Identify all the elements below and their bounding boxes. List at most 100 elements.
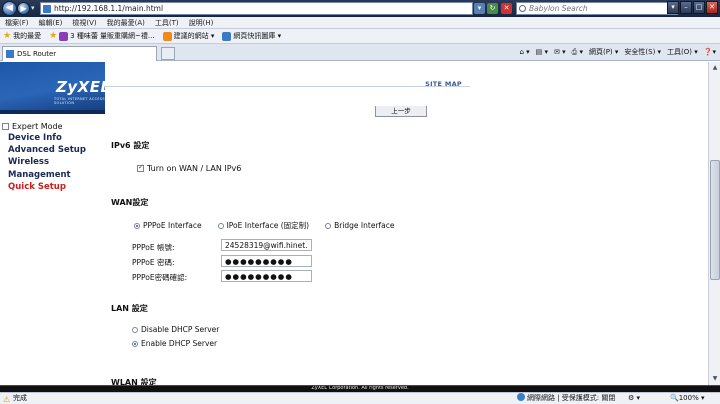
menu-favorites[interactable]: 我的最愛(A) xyxy=(102,17,150,29)
tab-favicon-icon xyxy=(6,50,14,58)
wan-option-ipoe[interactable]: IPoE Interface (固定制) xyxy=(217,220,310,231)
command-safety[interactable]: 安全性(S) ▾ xyxy=(624,47,661,57)
maximize-button[interactable]: □ xyxy=(693,1,705,14)
sidebar-item-wireless[interactable]: Wireless xyxy=(8,157,49,167)
favorite-item-suggested-label: 建議的網站 ▾ xyxy=(173,32,215,40)
lan-section-title: LAN 設定 xyxy=(111,304,148,313)
router-page: ZyXEL TOTAL INTERNET ACCESS SOLUTION SIT… xyxy=(0,62,708,385)
lan-dhcp-options: Disable DHCP Server Enable DHCP Server xyxy=(132,325,235,353)
url-dropdown-icon[interactable]: ▾ xyxy=(474,3,485,14)
zyxel-logo: ZyXEL xyxy=(56,78,111,96)
favorite-item-shop[interactable]: ★ 3 種味蕾 量販重購網~禮... xyxy=(49,31,155,41)
help-icon[interactable]: ❓▾ xyxy=(704,48,716,56)
security-settings-icon[interactable]: ⚙ ▾ xyxy=(628,393,640,404)
menu-file[interactable]: 檔案(F) xyxy=(0,17,34,29)
wan-option-label: Bridge Interface xyxy=(334,221,395,230)
zoom-level: 100% xyxy=(678,394,699,402)
zone-text: 網際網路 | 受保護模式: 關閉 xyxy=(527,394,616,402)
tab-dsl-router[interactable]: DSL Router xyxy=(2,46,157,61)
command-page[interactable]: 網頁(P) ▾ xyxy=(589,47,618,57)
lan-radio-disable-dhcp[interactable] xyxy=(132,326,138,333)
window-controls: ▾ – □ ✕ xyxy=(667,1,718,14)
lan-radio-enable-dhcp[interactable] xyxy=(132,340,138,347)
search-icon xyxy=(519,5,526,12)
wan-radio-pppoe[interactable] xyxy=(134,222,140,229)
search-options-icon[interactable]: ▾ xyxy=(667,1,679,14)
add-favorite-star-icon: ★ xyxy=(49,31,58,41)
wan-interface-options: PPPoE Interface IPoE Interface (固定制) Bri… xyxy=(134,220,411,231)
logo-tagline: TOTAL INTERNET ACCESS SOLUTION xyxy=(54,97,105,105)
back-button[interactable]: ◀ xyxy=(2,1,17,16)
tab-title: DSL Router xyxy=(17,50,57,58)
wan-radio-bridge[interactable] xyxy=(325,222,332,229)
site-icon xyxy=(59,31,69,41)
stop-icon[interactable]: ✕ xyxy=(501,3,512,14)
wan-option-bridge[interactable]: Bridge Interface xyxy=(325,220,395,231)
lan-option-enable-dhcp[interactable]: Enable DHCP Server xyxy=(132,339,219,348)
previous-step-button[interactable]: 上一步 xyxy=(375,106,427,117)
zoom-control[interactable]: 🔍100% ▾ xyxy=(670,393,704,404)
refresh-icon[interactable]: ↻ xyxy=(487,3,498,14)
wan-option-pppoe[interactable]: PPPoE Interface xyxy=(134,220,202,231)
pppoe-confirm-input[interactable] xyxy=(221,270,312,282)
url-field[interactable]: http://192.168.1.1/main.html xyxy=(40,2,473,15)
wan-option-label: IPoE Interface (固定制) xyxy=(226,221,310,230)
menu-view[interactable]: 檢視(V) xyxy=(67,17,101,29)
favorite-item-suggested[interactable]: 建議的網站 ▾ xyxy=(162,31,215,41)
ipv6-checkbox[interactable] xyxy=(137,163,144,172)
command-bar: ⌂ ▾ ▤ ▾ ✉ ▾ ⎙ ▾ 網頁(P) ▾ 安全性(S) ▾ 工具(O) ▾… xyxy=(519,47,716,57)
history-dropdown-icon[interactable]: ▾ xyxy=(31,4,35,12)
minimize-button[interactable]: – xyxy=(680,1,692,14)
favorites-label: 我的最愛 xyxy=(13,32,42,40)
favorite-item-webslice[interactable]: 網頁快訊圖庫 ▾ xyxy=(222,31,281,41)
close-button[interactable]: ✕ xyxy=(706,1,718,14)
logo-panel: ZyXEL TOTAL INTERNET ACCESS SOLUTION xyxy=(0,62,110,114)
expert-mode-toggle[interactable]: Expert Mode xyxy=(2,122,63,131)
scrollbar-thumb[interactable] xyxy=(710,160,720,280)
pppoe-password-input[interactable] xyxy=(221,255,312,267)
pppoe-password-label: PPPoE 密碼: xyxy=(132,258,175,267)
mail-icon[interactable]: ✉ ▾ xyxy=(554,48,566,56)
lan-option-disable-dhcp[interactable]: Disable DHCP Server xyxy=(132,325,219,334)
vertical-scrollbar[interactable]: ▲ ▼ xyxy=(708,62,720,385)
sidebar-item-device-info[interactable]: Device Info xyxy=(8,133,62,143)
address-bar: ◀ ▶ ▾ http://192.168.1.1/main.html ▾ ↻ ✕… xyxy=(0,0,720,17)
status-bar: ⚠ 完成 網際網路 | 受保護模式: 關閉 ⚙ ▾ 🔍100% ▾ xyxy=(0,392,720,404)
favorites-star-icon: ★ xyxy=(3,31,12,41)
scroll-down-icon[interactable]: ▼ xyxy=(710,374,720,384)
new-tab-button[interactable] xyxy=(161,47,175,60)
menu-bar: 檔案(F) 編輯(E) 檢視(V) 我的最愛(A) 工具(T) 說明(H) xyxy=(0,17,720,29)
favorite-item-webslice-label: 網頁快訊圖庫 ▾ xyxy=(233,32,282,40)
home-icon[interactable]: ⌂ ▾ xyxy=(519,48,529,56)
internet-zone-icon xyxy=(517,393,525,401)
url-text: http://192.168.1.1/main.html xyxy=(54,4,164,13)
footer-accent-line xyxy=(0,385,720,386)
wan-option-label: PPPoE Interface xyxy=(143,221,202,230)
expert-mode-label: Expert Mode xyxy=(12,122,63,131)
wan-radio-ipoe[interactable] xyxy=(217,222,224,229)
zoom-icon: 🔍 xyxy=(670,394,679,402)
ipv6-section-title: IPv6 設定 xyxy=(111,141,150,150)
sidebar-item-quick-setup[interactable]: Quick Setup xyxy=(8,182,66,192)
menu-tools[interactable]: 工具(T) xyxy=(150,17,184,29)
menu-help[interactable]: 說明(H) xyxy=(184,17,219,29)
feeds-icon[interactable]: ▤ ▾ xyxy=(536,48,548,56)
forward-button[interactable]: ▶ xyxy=(17,2,30,15)
command-tools[interactable]: 工具(O) ▾ xyxy=(667,47,698,57)
search-input[interactable] xyxy=(529,4,669,13)
security-zone[interactable]: 網際網路 | 受保護模式: 關閉 xyxy=(517,393,615,404)
scroll-up-icon[interactable]: ▲ xyxy=(710,63,720,73)
expert-mode-checkbox[interactable] xyxy=(2,123,9,130)
sidebar-item-advanced-setup[interactable]: Advanced Setup xyxy=(8,145,86,155)
favorites-button[interactable]: ★ 我的最愛 xyxy=(3,31,41,41)
lan-option-label: Enable DHCP Server xyxy=(141,339,218,348)
search-field[interactable] xyxy=(516,2,678,15)
print-icon[interactable]: ⎙ ▾ xyxy=(572,48,583,57)
sidebar-item-management[interactable]: Management xyxy=(8,170,71,180)
warning-icon: ⚠ xyxy=(3,395,11,404)
lan-option-label: Disable DHCP Server xyxy=(141,325,220,334)
pppoe-account-input[interactable] xyxy=(221,239,312,251)
ipv6-option[interactable]: Turn on WAN / LAN IPv6 xyxy=(137,163,241,173)
menu-edit[interactable]: 編輯(E) xyxy=(34,17,68,29)
web-slice-icon xyxy=(222,31,232,41)
